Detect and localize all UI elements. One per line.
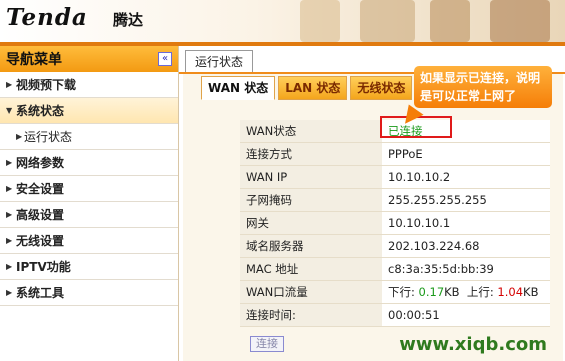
connect-button[interactable]: 连接	[250, 336, 284, 352]
banner-decoration	[430, 0, 470, 42]
chevron-right-icon: ▶	[6, 210, 13, 219]
row-value: 00:00:51	[382, 303, 550, 327]
tab-wireless-status[interactable]: 无线状态	[350, 76, 413, 100]
brand-logo-cn: 腾达	[113, 11, 144, 29]
upload-label: 上行:	[466, 285, 494, 299]
sidebar-item-wireless[interactable]: ▶ 无线设置	[0, 228, 178, 254]
table-row: 网关 10.10.10.1	[240, 211, 550, 235]
table-row: 连接时间: 00:00:51	[240, 303, 550, 327]
upload-amount: 1.04	[497, 285, 524, 299]
sidebar-header: 导航菜单 «	[0, 46, 178, 72]
sidebar-item-label: 视频预下载	[16, 78, 77, 92]
row-value: 10.10.10.2	[382, 165, 550, 189]
chevron-right-icon: ▶	[6, 158, 13, 167]
table-row: WAN IP 10.10.10.2	[240, 165, 550, 189]
chevron-down-icon: ▼	[6, 106, 13, 115]
row-label: MAC 地址	[240, 257, 382, 281]
chevron-right-icon: ▶	[6, 236, 13, 245]
table-row: 域名服务器 202.103.224.68	[240, 234, 550, 258]
annotation-callout: 如果显示已连接，说明是可以正常上网了	[414, 66, 552, 108]
row-label: 连接方式	[240, 142, 382, 166]
banner-decoration	[490, 0, 550, 42]
row-value: 202.103.224.68	[382, 234, 550, 258]
brand-logo: Tenda	[6, 4, 88, 31]
status-subtabs: WAN 状态 LAN 状态 无线状态	[201, 76, 415, 100]
status-panel: WAN 状态 LAN 状态 无线状态 WAN状态 已连接 连接方式 PPPoE …	[183, 74, 563, 361]
sidebar-item-advanced[interactable]: ▶ 高级设置	[0, 202, 178, 228]
table-row: MAC 地址 c8:3a:35:5d:bb:39	[240, 257, 550, 281]
tab-lan-status[interactable]: LAN 状态	[278, 76, 348, 100]
chevron-right-icon: ▶	[6, 288, 13, 297]
sidebar-item-video-preload[interactable]: ▶ 视频预下载	[0, 72, 178, 98]
sidebar-item-label: 系统状态	[16, 104, 65, 118]
sidebar-item-label: 系统工具	[16, 286, 65, 300]
download-amount: 0.17	[418, 285, 445, 299]
sidebar-item-label: 无线设置	[16, 234, 65, 248]
sidebar-item-system-tools[interactable]: ▶ 系统工具	[0, 280, 178, 306]
tab-running-status[interactable]: 运行状态	[185, 50, 253, 73]
watermark: www.xiqb.com	[399, 334, 547, 355]
wan-info-table: WAN状态 已连接 连接方式 PPPoE WAN IP 10.10.10.2 子…	[240, 120, 550, 327]
chevron-right-icon: ▶	[6, 80, 13, 89]
row-label: 域名服务器	[240, 234, 382, 258]
tab-wan-status[interactable]: WAN 状态	[201, 76, 276, 100]
upload-unit: KB	[523, 285, 539, 299]
sidebar-item-label: 高级设置	[16, 208, 65, 222]
chevron-right-icon: ▶	[16, 132, 23, 141]
row-value: 10.10.10.1	[382, 211, 550, 235]
download-label: 下行:	[388, 285, 415, 299]
sidebar-item-system-status[interactable]: ▼ 系统状态	[0, 98, 178, 124]
table-row: 连接方式 PPPoE	[240, 142, 550, 166]
banner-decoration	[360, 0, 415, 42]
sidebar-item-label: 网络参数	[16, 156, 65, 170]
chevron-right-icon: ▶	[6, 262, 13, 271]
header-banner: Tenda 腾达	[0, 0, 565, 42]
table-row: WAN口流量 下行: 0.17KB 上行: 1.04KB	[240, 280, 550, 304]
traffic-value: 下行: 0.17KB 上行: 1.04KB	[382, 280, 550, 304]
row-label: 连接时间:	[240, 303, 382, 327]
sidebar-item-label: IPTV功能	[16, 260, 71, 274]
sidebar-item-iptv[interactable]: ▶ IPTV功能	[0, 254, 178, 280]
sidebar-item-label: 安全设置	[16, 182, 65, 196]
row-value: c8:3a:35:5d:bb:39	[382, 257, 550, 281]
sidebar-item-security[interactable]: ▶ 安全设置	[0, 176, 178, 202]
chevron-right-icon: ▶	[6, 184, 13, 193]
row-label: WAN口流量	[240, 280, 382, 304]
row-value: PPPoE	[382, 142, 550, 166]
table-row: 子网掩码 255.255.255.255	[240, 188, 550, 212]
banner-decoration	[300, 0, 340, 42]
row-label: WAN IP	[240, 165, 382, 189]
collapse-sidebar-button[interactable]: «	[158, 52, 172, 66]
sidebar-item-network[interactable]: ▶ 网络参数	[0, 150, 178, 176]
row-label: 网关	[240, 211, 382, 235]
row-value: 255.255.255.255	[382, 188, 550, 212]
row-label: 子网掩码	[240, 188, 382, 212]
row-label: WAN状态	[240, 120, 382, 143]
sidebar-subitem-running-status[interactable]: ▶ 运行状态	[0, 124, 178, 150]
download-unit: KB	[444, 285, 460, 299]
sidebar-item-label: 运行状态	[24, 130, 73, 144]
sidebar-title: 导航菜单	[6, 52, 62, 68]
sidebar: 导航菜单 « ▶ 视频预下载 ▼ 系统状态 ▶ 运行状态 ▶ 网络参数 ▶ 安全…	[0, 46, 179, 361]
